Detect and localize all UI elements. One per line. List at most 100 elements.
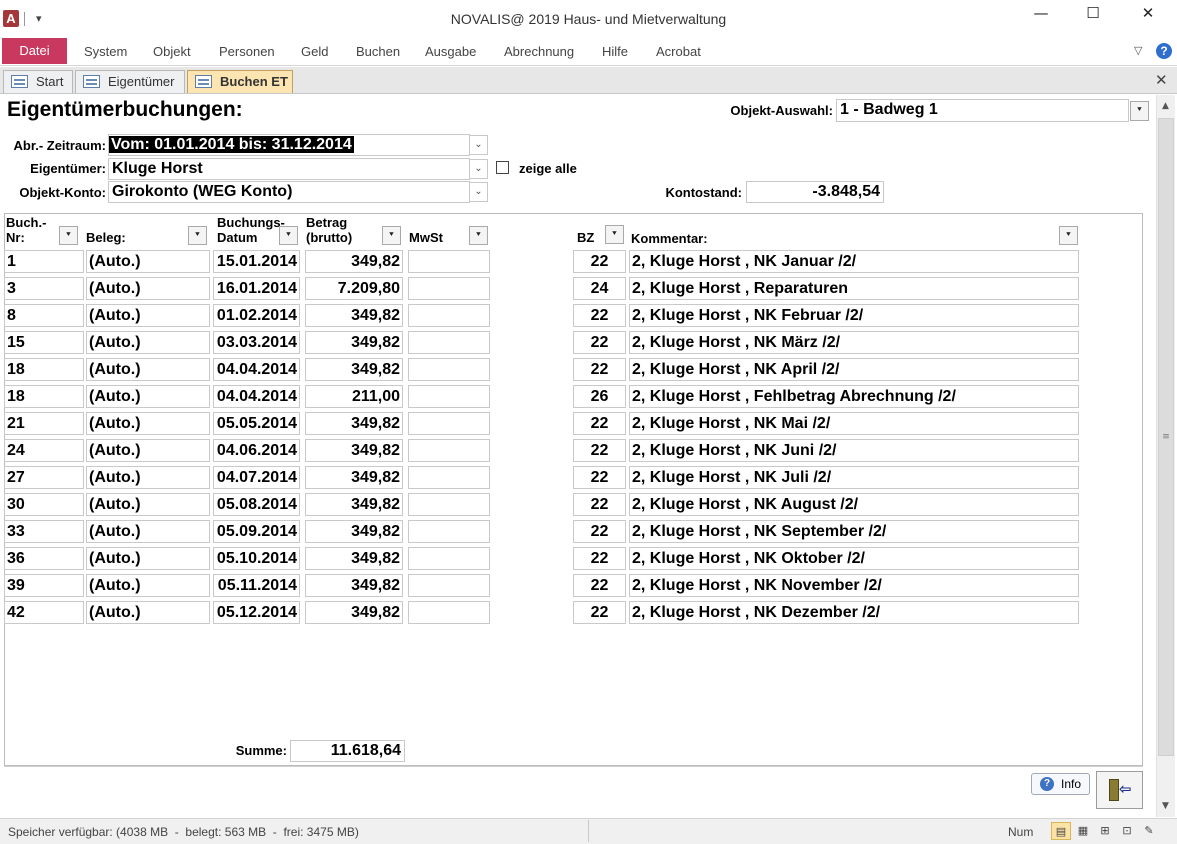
cell-nr[interactable]: 8 xyxy=(4,304,84,327)
cell-mwst[interactable] xyxy=(408,493,490,516)
cell-nr[interactable]: 24 xyxy=(4,439,84,462)
cell-beleg[interactable]: (Auto.) xyxy=(86,493,210,516)
cell-bz[interactable]: 22 xyxy=(573,601,626,624)
sort-betrag-icon[interactable]: ⯆ xyxy=(382,226,401,245)
menu-system[interactable]: System xyxy=(84,44,127,59)
cell-betrag[interactable]: 349,82 xyxy=(305,250,403,273)
cell-betrag[interactable]: 349,82 xyxy=(305,439,403,462)
design-view-icon[interactable]: ⊡ xyxy=(1117,822,1137,840)
cell-datum[interactable]: 15.01.2014 xyxy=(213,250,300,273)
sort-datum-icon[interactable]: ⯆ xyxy=(279,226,298,245)
menu-geld[interactable]: Geld xyxy=(301,44,328,59)
info-button[interactable]: ? Info xyxy=(1031,773,1090,795)
cell-nr[interactable]: 27 xyxy=(4,466,84,489)
cell-beleg[interactable]: (Auto.) xyxy=(86,412,210,435)
cell-bz[interactable]: 22 xyxy=(573,466,626,489)
cell-bz[interactable]: 22 xyxy=(573,304,626,327)
cell-betrag[interactable]: 349,82 xyxy=(305,601,403,624)
cell-bz[interactable]: 22 xyxy=(573,358,626,381)
tab-eigentuemer[interactable]: Eigentümer xyxy=(75,70,185,93)
cell-mwst[interactable] xyxy=(408,439,490,462)
cell-beleg[interactable]: (Auto.) xyxy=(86,385,210,408)
cell-nr[interactable]: 15 xyxy=(4,331,84,354)
objekt-auswahl-dropdown-icon[interactable]: ⯆ xyxy=(1130,101,1149,121)
cell-beleg[interactable]: (Auto.) xyxy=(86,358,210,381)
cell-bz[interactable]: 22 xyxy=(573,412,626,435)
menu-acrobat[interactable]: Acrobat xyxy=(656,44,701,59)
menu-buchen[interactable]: Buchen xyxy=(356,44,400,59)
cell-datum[interactable]: 05.05.2014 xyxy=(213,412,300,435)
cell-betrag[interactable]: 349,82 xyxy=(305,547,403,570)
cell-betrag[interactable]: 349,82 xyxy=(305,466,403,489)
menu-objekt[interactable]: Objekt xyxy=(153,44,191,59)
cell-betrag[interactable]: 349,82 xyxy=(305,520,403,543)
cell-beleg[interactable]: (Auto.) xyxy=(86,250,210,273)
cell-betrag[interactable]: 349,82 xyxy=(305,358,403,381)
cell-nr[interactable]: 21 xyxy=(4,412,84,435)
zeitraum-dropdown-icon[interactable]: ⌄ xyxy=(469,135,488,155)
cell-kommentar[interactable]: 2, Kluge Horst , NK Juni /2/ xyxy=(629,439,1079,462)
cell-mwst[interactable] xyxy=(408,304,490,327)
cell-betrag[interactable]: 349,82 xyxy=(305,574,403,597)
objekt-auswahl-combo[interactable]: 1 - Badweg 1 xyxy=(836,99,1129,122)
tab-start[interactable]: Start xyxy=(3,70,73,93)
cell-datum[interactable]: 03.03.2014 xyxy=(213,331,300,354)
cell-kommentar[interactable]: 2, Kluge Horst , Reparaturen xyxy=(629,277,1079,300)
cell-nr[interactable]: 33 xyxy=(4,520,84,543)
datasheet-view-icon[interactable]: ▦ xyxy=(1073,822,1093,840)
cell-bz[interactable]: 22 xyxy=(573,520,626,543)
close-window-button[interactable]: ✕ xyxy=(1125,4,1171,32)
tab-buchen-et[interactable]: Buchen ET xyxy=(187,70,293,93)
cell-kommentar[interactable]: 2, Kluge Horst , NK Februar /2/ xyxy=(629,304,1079,327)
cell-mwst[interactable] xyxy=(408,547,490,570)
konto-combo[interactable]: Girokonto (WEG Konto) xyxy=(108,181,470,203)
cell-kommentar[interactable]: 2, Kluge Horst , NK August /2/ xyxy=(629,493,1079,516)
scroll-down-icon[interactable]: ▼ xyxy=(1156,798,1175,815)
cell-beleg[interactable]: (Auto.) xyxy=(86,466,210,489)
maximize-button[interactable]: ☐ xyxy=(1070,4,1116,32)
cell-beleg[interactable]: (Auto.) xyxy=(86,520,210,543)
cell-mwst[interactable] xyxy=(408,385,490,408)
cell-betrag[interactable]: 211,00 xyxy=(305,385,403,408)
minimize-button[interactable]: — xyxy=(1018,4,1064,32)
cell-kommentar[interactable]: 2, Kluge Horst , NK Dezember /2/ xyxy=(629,601,1079,624)
cell-mwst[interactable] xyxy=(408,358,490,381)
cell-kommentar[interactable]: 2, Kluge Horst , NK Mai /2/ xyxy=(629,412,1079,435)
cell-nr[interactable]: 18 xyxy=(4,385,84,408)
cell-kommentar[interactable]: 2, Kluge Horst , NK März /2/ xyxy=(629,331,1079,354)
cell-bz[interactable]: 22 xyxy=(573,250,626,273)
cell-nr[interactable]: 1 xyxy=(4,250,84,273)
konto-dropdown-icon[interactable]: ⌄ xyxy=(469,182,488,202)
cell-nr[interactable]: 3 xyxy=(4,277,84,300)
zeitraum-combo[interactable]: Vom: 01.01.2014 bis: 31.12.2014 xyxy=(108,134,470,156)
cell-bz[interactable]: 24 xyxy=(573,277,626,300)
cell-mwst[interactable] xyxy=(408,601,490,624)
eigentuemer-dropdown-icon[interactable]: ⌄ xyxy=(469,159,488,179)
eigentuemer-combo[interactable]: Kluge Horst xyxy=(108,158,470,180)
cell-bz[interactable]: 22 xyxy=(573,547,626,570)
cell-betrag[interactable]: 349,82 xyxy=(305,412,403,435)
cell-mwst[interactable] xyxy=(408,277,490,300)
cell-mwst[interactable] xyxy=(408,466,490,489)
cell-betrag[interactable]: 349,82 xyxy=(305,331,403,354)
cell-betrag[interactable]: 349,82 xyxy=(305,493,403,516)
cell-datum[interactable]: 04.06.2014 xyxy=(213,439,300,462)
cell-bz[interactable]: 22 xyxy=(573,574,626,597)
edit-view-icon[interactable]: ✎ xyxy=(1139,822,1159,840)
cell-mwst[interactable] xyxy=(408,520,490,543)
zeige-alle-checkbox[interactable] xyxy=(496,161,509,174)
cell-bz[interactable]: 22 xyxy=(573,439,626,462)
form-view-icon[interactable]: ▤ xyxy=(1051,822,1071,840)
cell-nr[interactable]: 18 xyxy=(4,358,84,381)
cell-bz[interactable]: 22 xyxy=(573,331,626,354)
menu-ausgabe[interactable]: Ausgabe xyxy=(425,44,476,59)
cell-kommentar[interactable]: 2, Kluge Horst , NK September /2/ xyxy=(629,520,1079,543)
cell-beleg[interactable]: (Auto.) xyxy=(86,277,210,300)
layout-view-icon[interactable]: ⊞ xyxy=(1095,822,1115,840)
menu-hilfe[interactable]: Hilfe xyxy=(602,44,628,59)
cell-mwst[interactable] xyxy=(408,331,490,354)
sort-kommentar-icon[interactable]: ⯆ xyxy=(1059,226,1078,245)
menu-personen[interactable]: Personen xyxy=(219,44,275,59)
cell-kommentar[interactable]: 2, Kluge Horst , NK April /2/ xyxy=(629,358,1079,381)
exit-button[interactable]: ⇦ xyxy=(1096,771,1143,809)
